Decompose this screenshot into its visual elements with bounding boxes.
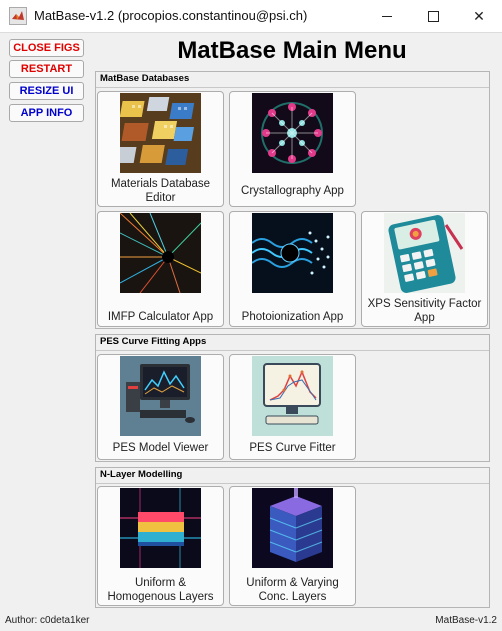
pes-model-viewer-button[interactable]: PES Model Viewer [97, 354, 224, 460]
materials-database-icon [120, 93, 201, 173]
matlab-app-icon [9, 7, 27, 25]
uniform-varying-conc-layers-button[interactable]: Uniform & Varying Conc. Layers [229, 486, 356, 606]
curve-fit-monitor-icon [252, 356, 333, 436]
xps-sensitivity-factor-app-label: XPS Sensitivity Factor App [367, 298, 482, 324]
app-info-button[interactable]: APP INFO [9, 104, 84, 122]
author-label: Author: c0deta1ker [5, 615, 90, 626]
photoionization-app-label: Photoionization App [241, 311, 344, 323]
materials-database-editor-button[interactable]: Materials Database Editor [97, 91, 224, 207]
pes-curve-fitter-button[interactable]: PES Curve Fitter [229, 354, 356, 460]
calculator-icon [384, 213, 465, 293]
crystallography-app-button[interactable]: Crystallography App [229, 91, 356, 207]
pes-model-viewer-label: PES Model Viewer [112, 442, 209, 454]
electron-scatter-icon [120, 213, 201, 293]
computer-monitor-icon [120, 356, 201, 436]
title-bar: MatBase-v1.2 (procopios.constantinou@psi… [0, 0, 502, 33]
layered-cube-icon [252, 488, 333, 568]
uniform-homogenous-layers-button[interactable]: Uniform & Homogenous Layers [97, 486, 224, 606]
n-layer-modelling-panel: N-Layer Modelling Uniform & Homogenous L… [95, 467, 490, 608]
minimize-icon[interactable] [364, 0, 410, 32]
uniform-varying-conc-layers-label: Uniform & Varying Conc. Layers [246, 577, 339, 603]
databases-panel: MatBase Databases Materials Database Edi… [95, 71, 490, 329]
materials-database-editor-label: Materials Database Editor [110, 178, 211, 204]
main-menu-title: MatBase Main Menu [177, 37, 407, 64]
restart-button[interactable]: RESTART [9, 60, 84, 78]
pes-curve-fitter-label: PES Curve Fitter [249, 442, 336, 454]
crystallography-app-label: Crystallography App [241, 185, 344, 197]
maximize-icon[interactable] [410, 0, 456, 32]
photoionization-app-button[interactable]: Photoionization App [229, 211, 356, 327]
resize-ui-button[interactable]: RESIZE UI [9, 82, 84, 100]
close-figs-button[interactable]: CLOSE FIGS [9, 39, 84, 57]
imfp-calculator-app-label: IMFP Calculator App [107, 311, 214, 323]
pes-curve-fitting-panel: PES Curve Fitting Apps PES Model Viewer [95, 334, 490, 462]
databases-panel-title: MatBase Databases [100, 73, 190, 84]
photoionization-icon [252, 213, 333, 293]
xps-sensitivity-factor-app-button[interactable]: XPS Sensitivity Factor App [361, 211, 488, 327]
uniform-homogenous-layers-label: Uniform & Homogenous Layers [107, 577, 214, 603]
crystal-lattice-icon [252, 93, 333, 173]
version-label: MatBase-v1.2 [435, 615, 497, 626]
close-icon[interactable]: ✕ [456, 0, 502, 32]
layered-slab-icon [120, 488, 201, 568]
pes-panel-title: PES Curve Fitting Apps [100, 336, 207, 347]
imfp-calculator-app-button[interactable]: IMFP Calculator App [97, 211, 224, 327]
n-layer-panel-title: N-Layer Modelling [100, 469, 183, 480]
window-title: MatBase-v1.2 (procopios.constantinou@psi… [34, 8, 308, 23]
